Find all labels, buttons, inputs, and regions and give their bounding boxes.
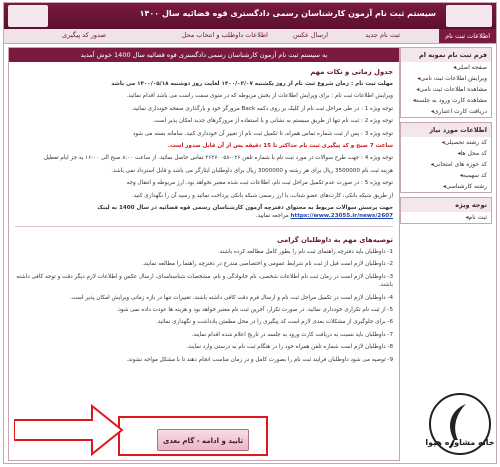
tip-item: 8- داوطلبان لازم است شماره تلفن همراه خو… [186, 344, 393, 351]
sidebar-item-quota-code[interactable]: کد سهمیه [401, 170, 491, 181]
tip-item: 4- داوطلبان لازم است در تکمیل مراحل ثبت … [70, 294, 393, 301]
tab-new-registration[interactable]: ثبت نام جدید [365, 31, 400, 39]
info-line: هزینه ثبت نام 3500000 ریال برای هر رشته … [111, 167, 393, 174]
judiciary-logo [446, 5, 492, 27]
header-banner: سیستم ثبت نام آزمون کارشناسان رسمی دادگس… [4, 3, 496, 29]
highlight-box [118, 416, 268, 456]
tip-item: 2- داوطلبان لازم است قبل از ثبت نام شرای… [142, 261, 393, 268]
sidebar-item-expert-field[interactable]: رشته کارشناسی [401, 181, 491, 192]
tab-applicant-info[interactable]: اطلاعات داوطلب و انتخاب محل [182, 31, 268, 39]
link-after: مراجعه نمایید. [255, 213, 289, 220]
tab-registration-info[interactable]: اطلاعات ثبت نام [439, 29, 496, 43]
top-nav: اطلاعات ثبت نام ثبت نام جدید ارسال عکس ا… [4, 29, 496, 44]
main-content: به سیستم ثبت نام آزمون کارشناسان رسمی دا… [8, 47, 400, 461]
info-line: از طریق شبکه بانکی، کارت‌های عضو شتاب، ب… [131, 192, 393, 199]
sidebar-item-view-info[interactable]: مشاهده اطلاعات ثبت نامی [401, 84, 491, 95]
info-line: توجه ویژه 4 : جهت طرح سوالات در مورد ثبت… [43, 155, 393, 162]
divider [15, 225, 393, 227]
tips-list: 1- داوطلبان باید دفترچه راهنمای ثبت نام … [9, 246, 399, 366]
sidebar-item-credit-card[interactable]: دریافت کارت اعتباری [401, 106, 491, 117]
sidebar-item-exam-zone-code[interactable]: کد حوزه های امتحانی [401, 159, 491, 170]
info-line: مهلت ثبت نام : زمان شروع ثبت نام از روز … [111, 81, 393, 87]
welcome-banner: به سیستم ثبت نام آزمون کارشناسان رسمی دا… [9, 48, 399, 62]
tab-issue-tracking-code[interactable]: صدور کد پیگیری [62, 31, 106, 39]
tip-item: 1- داوطلبان باید دفترچه راهنمای ثبت نام … [217, 248, 393, 255]
section-title-schedule: جدول زمانی و نکات مهم [310, 68, 393, 76]
tip-item: 3- داوطلبان لازم است در زمان ثبت نام اطل… [16, 273, 393, 289]
sidebar-box-registration: فرم ثبت نام نمونه ام صفحه اصلی ویرایش اط… [400, 47, 492, 118]
info-line: توجه ویژه 5 : در صورت عدم تکمیل مراحل ثب… [126, 180, 393, 187]
link-intro: جهت پرسش سوالات مربوط به محتوای دفترچه آ… [97, 205, 393, 212]
news-link[interactable]: https://www.23055.ir/news/2607 [291, 213, 393, 219]
tip-item: 9- توصیه می شود داوطلبان فرایند ثبت نام … [126, 356, 393, 363]
tip-item: 5- از ثبت نام تکراری خودداری نمائید. در … [116, 306, 393, 313]
sidebar-box-required-info: اطلاعات مورد نیاز کد رشته تحصیلی کد محل … [400, 122, 492, 193]
sidebar-item-home[interactable]: صفحه اصلی [401, 62, 491, 73]
sidebar-item-field-code[interactable]: کد رشته تحصیلی [401, 137, 491, 148]
sidebar-box-special-note: توجه ویژه ثبت نام [400, 197, 492, 224]
tab-send-photo[interactable]: ارسال عکس [293, 31, 328, 39]
info-line: توجه ویژه 1 : در طی مراحل ثبت نام از کلی… [131, 105, 393, 112]
sidebar: فرم ثبت نام نمونه ام صفحه اصلی ویرایش اط… [400, 47, 492, 315]
sidebar-item-edit-info[interactable]: ویرایش اطلاعات ثبت نامی [401, 73, 491, 84]
tip-item: 6- برای جلوگیری از مشکلات بعدی لازم است … [155, 319, 393, 326]
info-line: توجه ویژه 3 : پس از ثبت شماره تماس همراه… [132, 130, 393, 137]
sidebar-item-entry-card[interactable]: مشاهده کارت ورود به جلسه [401, 95, 491, 106]
left-emblem [8, 5, 48, 27]
sidebar-box-title: توجه ویژه [401, 198, 491, 212]
info-line: توجه ویژه 2 : ثبت نام تنها از طریق سیستم… [152, 118, 393, 125]
page-title: سیستم ثبت نام آزمون کارشناسان رسمی دادگس… [139, 9, 436, 18]
sidebar-item-registration[interactable]: ثبت نام [401, 212, 491, 223]
sidebar-box-title: فرم ثبت نام نمونه ام [401, 48, 491, 62]
info-line-highlight: ساعت 7 صبح و کد پیگیری ثبت نام حداکثر تا… [167, 143, 393, 150]
feather-logo-icon [429, 393, 491, 455]
tip-item: 7- داوطلبان باید نسبت به دریافت کارت ورو… [191, 331, 393, 338]
pointer-arrow-icon [14, 403, 124, 457]
sidebar-item-location-code[interactable]: کد محل ها [401, 148, 491, 159]
section-title-tips: توصیه‌های مهم به داوطلبان گرامی [277, 235, 393, 244]
watermark-text: خانه مشاوره هپوا [425, 438, 495, 447]
link-paragraph: جهت پرسش سوالات مربوط به محتوای دفترچه آ… [9, 202, 399, 223]
info-line: ویرایش اطلاعات ثبت نام : برای ویرایش اطل… [126, 93, 393, 100]
sidebar-box-title: اطلاعات مورد نیاز [401, 123, 491, 137]
